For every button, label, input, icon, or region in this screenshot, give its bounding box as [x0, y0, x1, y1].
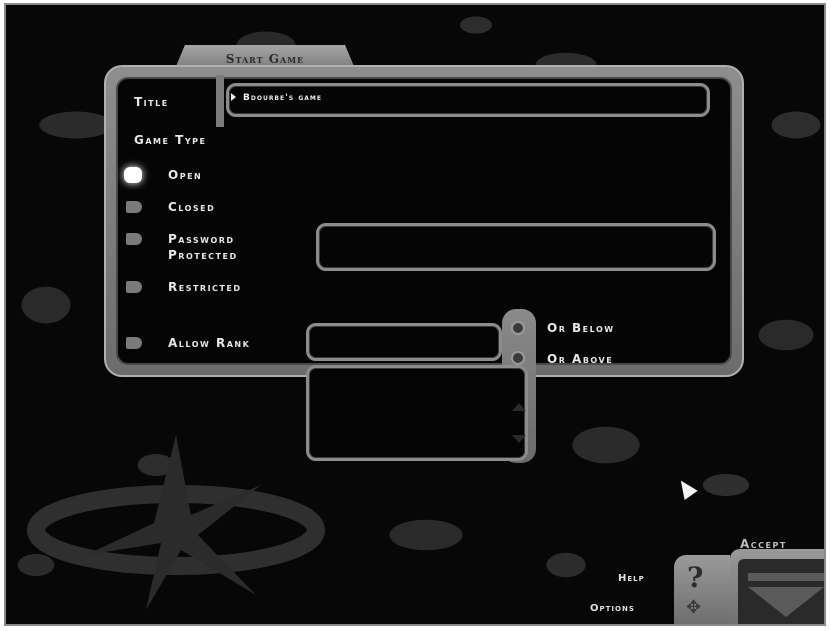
- title-label: Title: [134, 95, 169, 109]
- title-input-value: Bdourbe's game: [243, 93, 322, 103]
- panel-body: [116, 77, 732, 365]
- scroll-up-arrow-icon[interactable]: [512, 403, 526, 411]
- accept-bar-icon: [748, 573, 824, 581]
- rank-select-field[interactable]: [306, 323, 502, 361]
- text-cursor-icon: [231, 92, 236, 101]
- radio-allow-rank[interactable]: [126, 337, 142, 349]
- password-input[interactable]: [316, 223, 716, 271]
- game-type-label: Game Type: [134, 133, 207, 147]
- radio-or-above[interactable]: [511, 351, 525, 365]
- or-below-label: Or Below: [547, 321, 615, 335]
- accept-arrow-icon: [748, 587, 824, 617]
- option-closed-label: Closed: [168, 200, 216, 214]
- or-above-label: Or Above: [547, 352, 614, 366]
- options-label: Options: [590, 603, 635, 614]
- option-password-label: Password Protected: [168, 232, 238, 262]
- radio-restricted[interactable]: [126, 281, 142, 293]
- scroll-down-arrow-icon[interactable]: [512, 435, 526, 443]
- help-label: Help: [618, 573, 645, 584]
- option-restricted-label: Restricted: [168, 280, 242, 294]
- option-allow-rank-label: Allow Rank: [168, 336, 251, 350]
- title-input[interactable]: Bdourbe's game: [226, 83, 710, 117]
- help-question-icon[interactable]: ?: [687, 561, 703, 594]
- radio-password-protected[interactable]: [126, 233, 142, 245]
- option-open-label: Open: [168, 168, 203, 182]
- game-screen: Start Game Title Bdourbe's game Game Typ…: [4, 3, 826, 626]
- radio-open[interactable]: [124, 167, 142, 183]
- radio-or-below[interactable]: [511, 321, 525, 335]
- options-dpad-icon[interactable]: ✥: [686, 597, 701, 618]
- title-divider: [216, 75, 224, 127]
- radio-closed[interactable]: [126, 201, 142, 213]
- rank-list-box[interactable]: [306, 365, 528, 461]
